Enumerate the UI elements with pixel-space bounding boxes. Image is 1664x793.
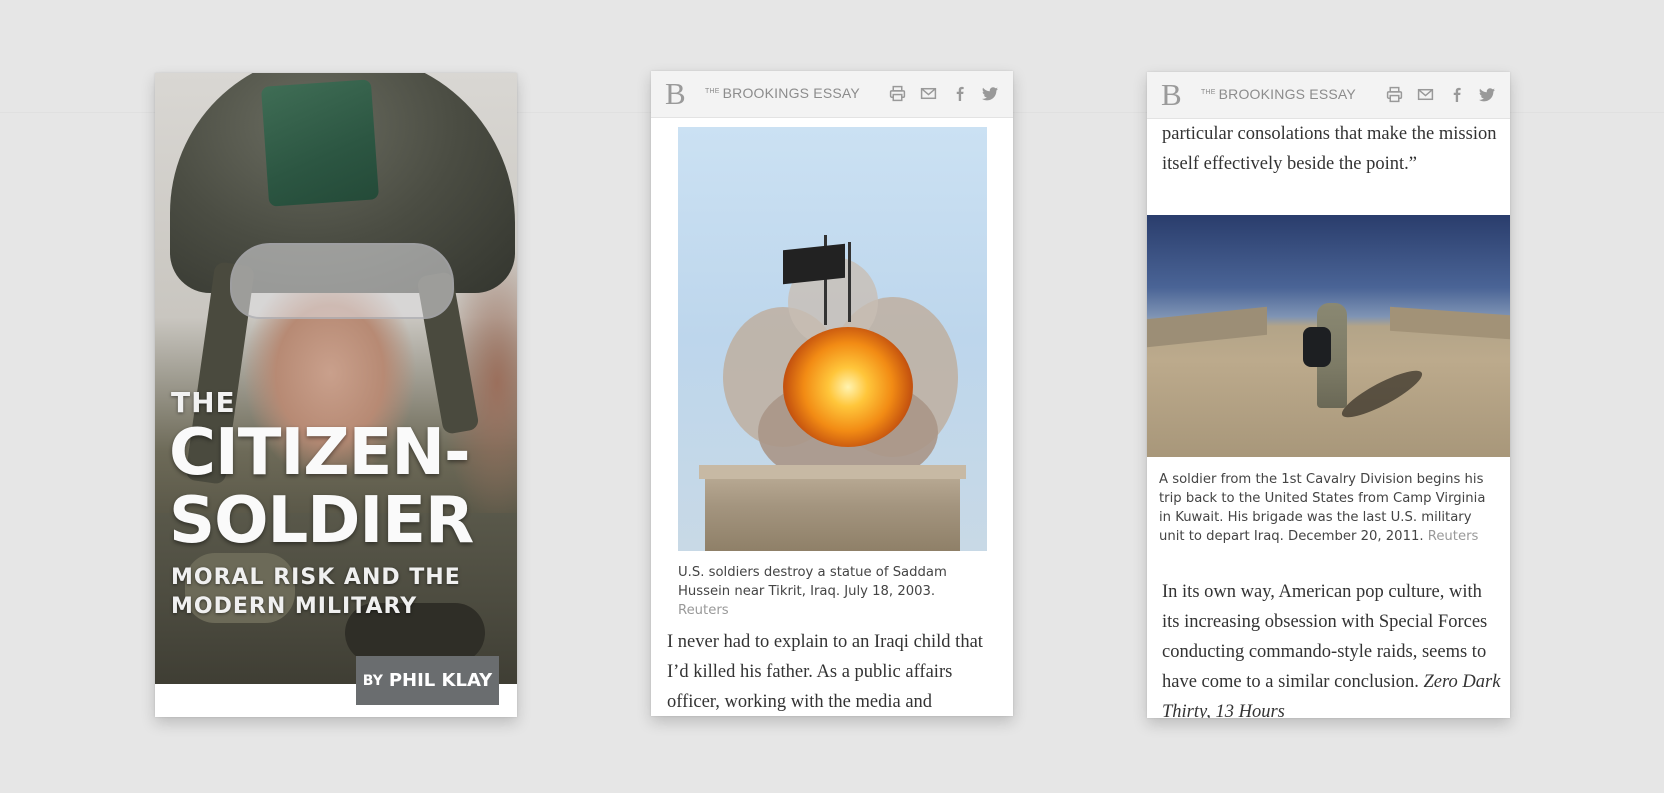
soldier-shadow bbox=[1337, 363, 1427, 425]
cover-title: CITIZEN- SOLDIER bbox=[169, 416, 474, 558]
duffel-bag bbox=[1303, 327, 1331, 367]
email-icon[interactable] bbox=[920, 85, 937, 102]
barrier-wall bbox=[1147, 306, 1267, 348]
caption-text: U.S. soldiers destroy a statue of Saddam… bbox=[678, 565, 947, 599]
article-header: B THE BROOKINGS ESSAY bbox=[651, 71, 1013, 118]
brookings-logo[interactable]: B bbox=[665, 76, 686, 112]
brand-name: BROOKINGS ESSAY bbox=[722, 85, 860, 101]
print-icon[interactable] bbox=[1386, 86, 1403, 103]
cover-title-line2: SOLDIER bbox=[169, 484, 474, 558]
barrier-wall bbox=[1390, 306, 1510, 340]
author-byline: BY PHIL KLAY bbox=[356, 656, 499, 705]
photo-caption: U.S. soldiers destroy a statue of Saddam… bbox=[678, 563, 988, 620]
author-name: PHIL KLAY bbox=[388, 670, 493, 691]
twitter-icon[interactable] bbox=[982, 85, 999, 102]
cover-title-line1: CITIZEN- bbox=[169, 416, 471, 490]
photo-caption: A soldier from the 1st Cavalry Division … bbox=[1159, 470, 1499, 546]
photo-credit: Reuters bbox=[1427, 529, 1479, 544]
tower-building bbox=[699, 465, 966, 551]
brand-name: BROOKINGS ESSAY bbox=[1218, 86, 1356, 102]
email-icon[interactable] bbox=[1417, 86, 1434, 103]
byline-prefix: BY bbox=[362, 672, 383, 689]
flag-pole bbox=[848, 242, 851, 322]
article-screen-2: B THE BROOKINGS ESSAY particular consolat… bbox=[1147, 72, 1510, 718]
brand-the: THE bbox=[705, 88, 720, 95]
helmet-patch bbox=[260, 79, 380, 207]
share-toolbar bbox=[1386, 86, 1496, 103]
goggles-shape bbox=[230, 243, 454, 319]
brand-title[interactable]: THE BROOKINGS ESSAY bbox=[1201, 86, 1356, 102]
black-flag bbox=[783, 243, 845, 285]
fireball bbox=[783, 327, 913, 447]
article-screen-1: B THE BROOKINGS ESSAY U.S. soldiers destr… bbox=[651, 71, 1013, 716]
soldier-walking-photo bbox=[1147, 215, 1510, 457]
facebook-icon[interactable] bbox=[1448, 86, 1465, 103]
cover-title-the: THE bbox=[171, 386, 236, 419]
photo-credit: Reuters bbox=[678, 603, 729, 618]
article-body-text: In its own way, American pop culture, wi… bbox=[1162, 577, 1502, 718]
statue-explosion-photo bbox=[678, 127, 987, 551]
article-body-text: particular consolations that make the mi… bbox=[1162, 124, 1497, 174]
brand-title[interactable]: THE BROOKINGS ESSAY bbox=[705, 85, 860, 101]
twitter-icon[interactable] bbox=[1479, 86, 1496, 103]
share-toolbar bbox=[889, 85, 999, 102]
article-body-text: I never had to explain to an Iraqi child… bbox=[667, 632, 983, 712]
article-header: B THE BROOKINGS ESSAY bbox=[1147, 72, 1510, 119]
facebook-icon[interactable] bbox=[951, 85, 968, 102]
cover-screen: THE CITIZEN- SOLDIER MORAL RISK AND THE … bbox=[155, 73, 517, 717]
print-icon[interactable] bbox=[889, 85, 906, 102]
cover-subtitle: MORAL RISK AND THE MODERN MILITARY bbox=[171, 565, 461, 619]
brookings-logo[interactable]: B bbox=[1161, 77, 1182, 113]
brand-the: THE bbox=[1201, 89, 1216, 96]
